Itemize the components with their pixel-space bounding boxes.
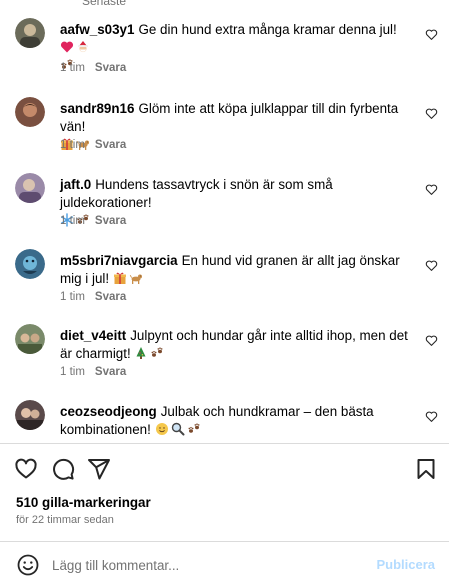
heart-icon[interactable] bbox=[14, 457, 38, 481]
avatar[interactable] bbox=[15, 249, 45, 279]
comment-time: 1 tim bbox=[60, 139, 85, 151]
comment-username[interactable]: ceozseodjeong bbox=[60, 404, 157, 419]
like-comment-icon[interactable] bbox=[425, 183, 438, 196]
comment-item: jaft.0 Hundens tassavtryck i snön är som … bbox=[0, 173, 449, 249]
post-actions bbox=[0, 457, 449, 483]
reply-button[interactable]: Svara bbox=[95, 62, 126, 74]
christmas-tree-icon bbox=[134, 346, 148, 360]
comment-time: 1 tim bbox=[60, 215, 85, 227]
gift-icon bbox=[113, 271, 127, 285]
comment-text: diet_v4eitt Julpynt och hundar går inte a… bbox=[60, 327, 412, 363]
comment-username[interactable]: m5sbri7niavgarcia bbox=[60, 253, 178, 268]
post-time[interactable]: för 22 timmar sedan bbox=[16, 514, 114, 526]
comment-body: Ge din hund extra många kramar denna jul… bbox=[138, 22, 397, 37]
comment-username[interactable]: jaft.0 bbox=[60, 177, 91, 192]
avatar[interactable] bbox=[15, 18, 45, 48]
comment-item: sandr89n16 Glöm inte att köpa julklappar … bbox=[0, 97, 449, 173]
comment-username[interactable]: aafw_s03y1 bbox=[60, 22, 134, 37]
comment-item: m5sbri7niavgarcia En hund vid granen är a… bbox=[0, 249, 449, 325]
comment-username[interactable]: diet_v4eitt bbox=[60, 328, 126, 343]
red-heart-icon bbox=[60, 40, 74, 54]
avatar[interactable] bbox=[15, 400, 45, 430]
comment-meta: 1 tim Svara bbox=[60, 366, 126, 378]
comment-time: 1 tim bbox=[60, 291, 85, 303]
comment-icon[interactable] bbox=[51, 457, 75, 481]
dog-icon bbox=[129, 271, 143, 285]
sort-label: Senaste bbox=[82, 0, 127, 8]
bookmark-icon[interactable] bbox=[414, 457, 438, 481]
avatar[interactable] bbox=[15, 173, 45, 203]
reply-button[interactable]: Svara bbox=[95, 291, 126, 303]
comment-username[interactable]: sandr89n16 bbox=[60, 101, 134, 116]
reply-button[interactable]: Svara bbox=[95, 215, 126, 227]
avatar[interactable] bbox=[15, 324, 45, 354]
comment-meta: 1 tim Svara bbox=[60, 139, 126, 151]
like-comment-icon[interactable] bbox=[425, 334, 438, 347]
sort-dropdown[interactable]: Senaste bbox=[82, 0, 126, 8]
smiling-face-icon bbox=[155, 422, 169, 436]
like-comment-icon[interactable] bbox=[425, 410, 438, 423]
avatar[interactable] bbox=[15, 97, 45, 127]
santa-icon bbox=[76, 40, 90, 54]
divider bbox=[0, 443, 449, 444]
share-icon[interactable] bbox=[87, 457, 111, 481]
comment-item: aafw_s03y1 Ge din hund extra många kramar… bbox=[0, 18, 449, 94]
divider bbox=[0, 541, 449, 542]
publish-button[interactable]: Publicera bbox=[376, 557, 435, 572]
comment-meta: 1 tim Svara bbox=[60, 62, 126, 74]
comment-item: diet_v4eitt Julpynt och hundar går inte a… bbox=[0, 324, 449, 400]
comment-body: Hundens tassavtryck i snön är som små ju… bbox=[60, 177, 333, 210]
paw-prints-icon bbox=[150, 346, 164, 360]
likes-count[interactable]: 510 gilla-markeringar bbox=[16, 495, 151, 510]
comment-time: 1 tim bbox=[60, 62, 85, 74]
add-comment-bar: Publicera bbox=[0, 545, 449, 586]
like-comment-icon[interactable] bbox=[425, 28, 438, 41]
like-comment-icon[interactable] bbox=[425, 259, 438, 272]
comment-input[interactable] bbox=[52, 554, 362, 576]
paw-prints-icon bbox=[187, 422, 201, 436]
like-comment-icon[interactable] bbox=[425, 107, 438, 120]
comment-time: 1 tim bbox=[60, 366, 85, 378]
comment-meta: 1 tim Svara bbox=[60, 291, 126, 303]
comment-meta: 1 tim Svara bbox=[60, 215, 126, 227]
comment-text: ceozseodjeong Julbak och hundkramar – den… bbox=[60, 403, 412, 439]
magnifier-icon bbox=[171, 422, 185, 436]
comment-text: m5sbri7niavgarcia En hund vid granen är a… bbox=[60, 252, 412, 288]
emoji-picker-icon[interactable] bbox=[16, 553, 40, 577]
reply-button[interactable]: Svara bbox=[95, 139, 126, 151]
reply-button[interactable]: Svara bbox=[95, 366, 126, 378]
